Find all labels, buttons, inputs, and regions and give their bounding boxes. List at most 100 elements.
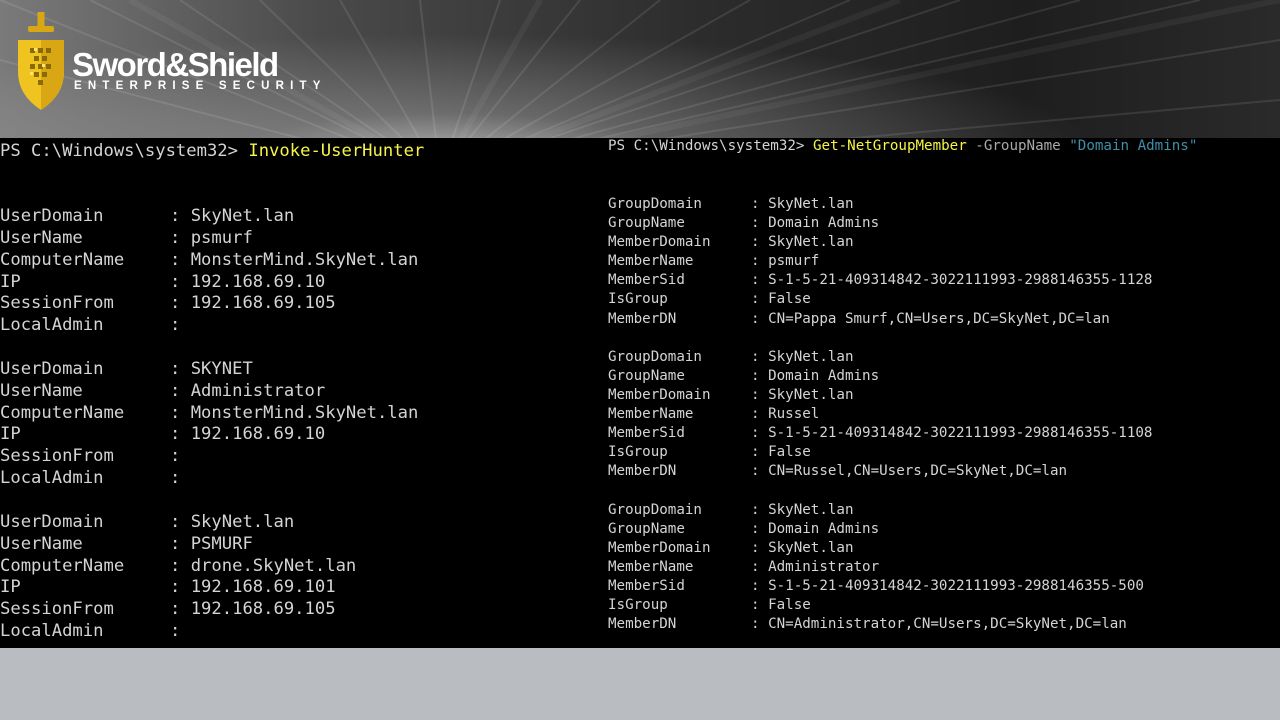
field-key: MemberName bbox=[608, 406, 694, 423]
field-value: 192.168.69.10 bbox=[190, 271, 326, 292]
output-line: MemberDN: CN=Russel,CN=Users,DC=SkyNet,D… bbox=[608, 462, 1152, 481]
field-key: MemberName bbox=[608, 253, 694, 270]
output-record: UserDomain: SKYNET UserName: Administrato… bbox=[0, 359, 418, 490]
field-value: psmurf bbox=[190, 227, 253, 248]
output-record: GroupDomain: SkyNet.lan GroupName: Domain… bbox=[608, 195, 1152, 329]
output-line: MemberSid: S-1-5-21-409314842-3022111993… bbox=[608, 424, 1152, 443]
prompt-text: PS C:\Windows\system32> bbox=[608, 138, 813, 154]
field-separator: : bbox=[170, 358, 191, 379]
field-separator: : bbox=[751, 348, 769, 365]
output-line: IsGroup: False bbox=[608, 596, 1152, 615]
output-line: MemberDomain: SkyNet.lan bbox=[608, 539, 1152, 558]
output-line: SessionFrom: 192.168.69.105 bbox=[0, 293, 418, 315]
output-line: LocalAdmin: bbox=[0, 621, 418, 643]
field-key: MemberSid bbox=[608, 425, 685, 442]
field-separator: : bbox=[751, 596, 769, 613]
field-separator: : bbox=[751, 215, 769, 232]
field-value: drone.SkyNet.lan bbox=[190, 555, 357, 576]
field-separator: : bbox=[751, 272, 769, 289]
field-separator: : bbox=[751, 291, 769, 308]
command-text: Invoke-UserHunter bbox=[248, 141, 425, 161]
field-separator: : bbox=[751, 558, 769, 575]
field-key: MemberDN bbox=[608, 463, 677, 480]
field-separator: : bbox=[751, 520, 769, 537]
field-key: GroupName bbox=[608, 215, 685, 232]
parameter-text: -GroupName bbox=[966, 138, 1070, 154]
field-value: False bbox=[768, 444, 811, 461]
field-key: LocalAdmin bbox=[0, 621, 104, 642]
field-separator: : bbox=[751, 406, 769, 423]
output-line: ComputerName: drone.SkyNet.lan bbox=[0, 556, 418, 578]
field-key: MemberDN bbox=[608, 616, 677, 633]
field-separator: : bbox=[751, 463, 769, 480]
brand-name: Sword&Shield bbox=[72, 46, 279, 83]
field-separator: : bbox=[751, 444, 769, 461]
field-separator: : bbox=[751, 310, 769, 327]
prompt-text: PS C:\Windows\system32> bbox=[0, 141, 249, 161]
output-line: MemberSid: S-1-5-21-409314842-3022111993… bbox=[608, 577, 1152, 596]
field-key: UserName bbox=[0, 227, 83, 248]
output-line: UserName: Administrator bbox=[0, 381, 418, 403]
output-line: SessionFrom: bbox=[0, 446, 418, 468]
output-records: UserDomain: SkyNet.lan UserName: psmurf Co… bbox=[0, 206, 418, 648]
field-value: SkyNet.lan bbox=[768, 386, 854, 403]
field-value: Administrator bbox=[190, 380, 326, 401]
output-line: SessionFrom: 192.168.69.105 bbox=[0, 599, 418, 621]
field-separator: : bbox=[170, 249, 191, 270]
field-key: IP bbox=[0, 424, 21, 445]
terminal-get-netgroupmember[interactable]: PS C:\Windows\system32> Get-NetGroupMemb… bbox=[600, 138, 1280, 648]
field-separator: : bbox=[170, 577, 191, 598]
output-line: MemberName: psmurf bbox=[608, 252, 1152, 271]
field-separator: : bbox=[751, 367, 769, 384]
field-key: GroupDomain bbox=[608, 196, 702, 212]
output-line: GroupDomain: SkyNet.lan bbox=[608, 348, 1152, 367]
field-separator: : bbox=[170, 293, 191, 314]
brand-logo: Sword&Shield ENTERPRISE SECURITY bbox=[14, 10, 334, 120]
field-value: S-1-5-21-409314842-3022111993-2988146355… bbox=[768, 272, 1153, 289]
field-separator: : bbox=[170, 599, 191, 620]
field-key: IsGroup bbox=[608, 291, 668, 308]
field-value: S-1-5-21-409314842-3022111993-2988146355… bbox=[768, 577, 1144, 594]
field-separator: : bbox=[170, 424, 191, 445]
field-value: SkyNet.lan bbox=[768, 539, 854, 556]
field-separator: : bbox=[751, 616, 769, 633]
field-value: CN=Russel,CN=Users,DC=SkyNet,DC=lan bbox=[768, 463, 1068, 480]
field-key: IsGroup bbox=[608, 596, 668, 613]
field-separator: : bbox=[170, 533, 191, 554]
field-key: MemberSid bbox=[608, 577, 685, 594]
field-value: False bbox=[768, 291, 811, 308]
output-line: MemberDomain: SkyNet.lan bbox=[608, 386, 1152, 405]
field-value: PSMURF bbox=[190, 533, 253, 554]
field-key: LocalAdmin bbox=[0, 468, 104, 489]
field-key: MemberDomain bbox=[608, 234, 711, 251]
field-value: Russel bbox=[768, 406, 820, 423]
field-value: 192.168.69.105 bbox=[190, 599, 336, 620]
field-separator: : bbox=[751, 425, 769, 442]
field-value: CN=Administrator,CN=Users,DC=SkyNet,DC=l… bbox=[768, 616, 1127, 633]
terminal-invoke-userhunter[interactable]: PS C:\Windows\system32> Invoke-UserHunte… bbox=[0, 138, 600, 648]
output-records: GroupDomain: SkyNet.lan GroupName: Domain… bbox=[608, 195, 1152, 648]
field-key: SessionFrom bbox=[0, 446, 114, 467]
field-key: UserDomain bbox=[0, 206, 104, 226]
field-separator: : bbox=[170, 555, 191, 576]
output-line: UserName: PSMURF bbox=[0, 534, 418, 556]
field-separator: : bbox=[751, 501, 769, 518]
field-value: 192.168.69.10 bbox=[190, 424, 326, 445]
field-separator: : bbox=[751, 386, 769, 403]
field-key: MemberDomain bbox=[608, 539, 711, 556]
field-separator: : bbox=[751, 539, 769, 556]
field-key: GroupDomain bbox=[608, 348, 702, 365]
field-key: UserName bbox=[0, 380, 83, 401]
terminal-prompt-line: PS C:\Windows\system32> Get-NetGroupMemb… bbox=[608, 138, 1197, 154]
field-key: GroupName bbox=[608, 367, 685, 384]
output-line: LocalAdmin: bbox=[0, 468, 418, 490]
output-line: IP: 192.168.69.10 bbox=[0, 272, 418, 294]
terminal-prompt-line: PS C:\Windows\system32> Invoke-UserHunte… bbox=[0, 141, 424, 161]
field-separator: : bbox=[170, 511, 191, 532]
field-value: SkyNet.lan bbox=[190, 206, 295, 226]
field-key: LocalAdmin bbox=[0, 315, 104, 336]
command-text: Get-NetGroupMember bbox=[813, 138, 967, 154]
field-value: Domain Admins bbox=[768, 367, 880, 384]
field-separator: : bbox=[170, 227, 191, 248]
output-record: GroupDomain: SkyNet.lan GroupName: Domain… bbox=[608, 348, 1152, 482]
